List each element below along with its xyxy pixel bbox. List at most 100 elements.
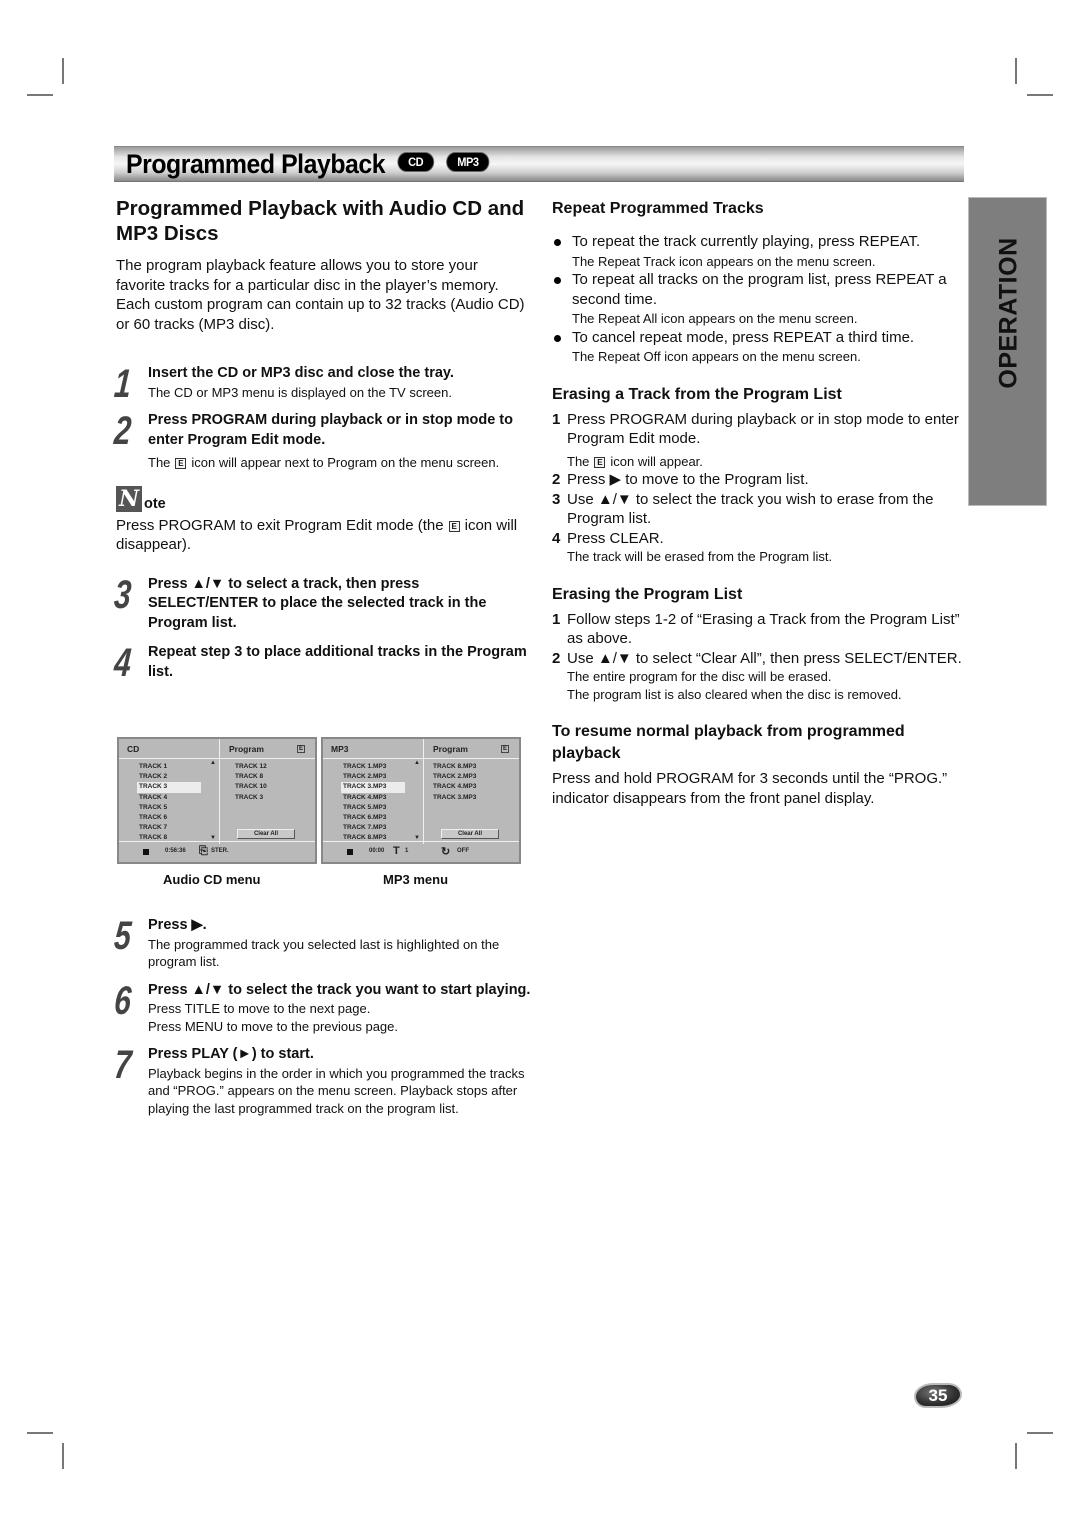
item-number: 4 — [552, 529, 561, 547]
crop-mark — [1027, 1432, 1053, 1434]
step-5: 5 Press ▶. The programmed track you sele… — [113, 914, 531, 971]
program-item[interactable]: TRACK 2.MP3 — [433, 772, 476, 782]
program-item[interactable]: TRACK 4.MP3 — [433, 782, 476, 792]
edit-e-icon: E — [594, 456, 606, 468]
track-item[interactable]: TRACK 6.MP3 — [341, 813, 405, 823]
program-label: Program — [433, 744, 468, 754]
stop-icon — [347, 849, 353, 855]
step-number: 6 — [112, 978, 132, 1023]
clear-all-button[interactable]: Clear All — [237, 829, 295, 839]
item-text: Press CLEAR. — [567, 529, 664, 547]
numbered-item: 3 Use ▲/▼ to select the track you wish t… — [552, 490, 962, 529]
track-list: TRACK 1.MP3 TRACK 2.MP3 TRACK 3.MP3 TRAC… — [341, 762, 405, 844]
menu-caption: MP3 menu — [383, 872, 449, 887]
left-column: Programmed Playback with Audio CD and MP… — [112, 196, 531, 685]
track-item[interactable]: TRACK 7 — [137, 823, 201, 833]
menu-header: MP3 Program E — [323, 739, 519, 759]
track-list: TRACK 1 TRACK 2 TRACK 3 TRACK 4 TRACK 5 … — [137, 762, 201, 844]
step-7: 7 Press PLAY (►) to start. Playback begi… — [112, 1043, 531, 1117]
item-text: Use ▲/▼ to select “Clear All”, then pres… — [567, 649, 962, 667]
item-number: 1 — [552, 610, 561, 628]
step-body: The Eicon will appear next to Program on … — [148, 454, 531, 472]
step-heading: Repeat step 3 to place additional tracks… — [148, 644, 527, 680]
title-icon: T — [393, 845, 400, 857]
track-item[interactable]: TRACK 1.MP3 — [341, 762, 405, 772]
divider — [219, 739, 220, 844]
track-item[interactable]: TRACK 2 — [137, 772, 201, 782]
track-item-selected[interactable]: TRACK 3 — [137, 782, 201, 793]
scroll-up-icon: ▲ — [414, 760, 420, 766]
bullet-subtext: The Repeat Track icon appears on the men… — [572, 253, 876, 269]
item-text: Press PROGRAM during playback or in stop… — [567, 410, 959, 448]
step-body: Press MENU to move to the previous page. — [148, 1018, 399, 1034]
item-subtext: The Eicon will appear. — [567, 453, 962, 471]
page-title: Programmed Playback CD MP3 — [126, 149, 490, 180]
crop-mark — [1015, 1443, 1017, 1469]
menu-header: CD Program E — [119, 739, 315, 759]
cd-badge: CD — [397, 152, 435, 173]
bullet-subtext: The Repeat All icon appears on the menu … — [572, 311, 858, 326]
program-item[interactable]: TRACK 3 — [235, 793, 267, 803]
numbered-item: 1 Press PROGRAM during playback or in st… — [552, 410, 962, 471]
track-item[interactable]: TRACK 4 — [137, 793, 201, 803]
crop-mark — [1015, 58, 1017, 84]
title-number: 1 — [405, 848, 409, 854]
track-item[interactable]: TRACK 5.MP3 — [341, 803, 405, 813]
track-item-selected[interactable]: TRACK 3.MP3 — [341, 782, 405, 793]
track-item[interactable]: TRACK 5 — [137, 803, 201, 813]
crop-mark — [27, 94, 53, 96]
note-n-icon: N — [116, 485, 142, 512]
crop-mark — [27, 1432, 53, 1434]
text: icon will appear. — [610, 453, 703, 469]
step-2: 2 Press PROGRAM during playback or in st… — [113, 409, 531, 472]
program-list: TRACK 8.MP3 TRACK 2.MP3 TRACK 4.MP3 TRAC… — [433, 762, 476, 803]
menu-caption: Audio CD menu — [163, 872, 261, 887]
resume-heading: To resume normal playback from programme… — [552, 723, 905, 762]
program-item[interactable]: TRACK 8 — [235, 772, 267, 782]
item-text: Use ▲/▼ to select the track you wish to … — [567, 490, 934, 528]
track-item[interactable]: TRACK 7.MP3 — [341, 823, 405, 833]
repeat-heading: Repeat Programmed Tracks — [552, 200, 764, 217]
time-readout: 0:56:36 — [165, 848, 186, 854]
step-heading: Press ▲/▼ to select a track, then press … — [148, 575, 487, 631]
item-subtext: The program list is also cleared when th… — [567, 686, 902, 702]
item-number: 2 — [552, 649, 561, 667]
track-item[interactable]: TRACK 4.MP3 — [341, 793, 405, 803]
step-number: 7 — [112, 1043, 132, 1087]
bullet-text: To repeat all tracks on the program list… — [572, 271, 947, 308]
item-number: 1 — [552, 410, 561, 428]
numbered-item: 2 Press ▶ to move to the Program list. — [552, 470, 962, 490]
program-item[interactable]: TRACK 12 — [235, 762, 267, 772]
step-body: Press TITLE to move to the next page. — [148, 1001, 371, 1016]
track-item[interactable]: TRACK 1 — [137, 762, 201, 772]
track-item[interactable]: TRACK 6 — [137, 813, 201, 823]
menu-footer: 0:56:36 ⎘ STER. — [119, 841, 315, 862]
step-number: 3 — [112, 572, 132, 617]
item-text: Follow steps 1-2 of “Erasing a Track fro… — [567, 610, 960, 648]
audio-cd-menu: CD Program E ▲ ▼ TRACK 1 TRACK 2 TRACK 3… — [117, 737, 317, 864]
menu-footer: 00:00 T 1 ↻ OFF — [323, 841, 519, 862]
erase-list-heading: Erasing the Program List — [552, 585, 743, 603]
bullet-text: To cancel repeat mode, press REPEAT a th… — [572, 328, 915, 346]
step-4: 4 Repeat step 3 to place additional trac… — [113, 641, 531, 685]
program-list: TRACK 12 TRACK 8 TRACK 10 TRACK 3 — [235, 762, 267, 803]
program-item[interactable]: TRACK 3.MP3 — [433, 793, 476, 803]
note-header: N ote — [116, 485, 531, 512]
tab-inner: OPERATION — [969, 158, 1048, 467]
step-heading: Insert the CD or MP3 disc and close the … — [148, 365, 454, 381]
left-column-lower: 5 Press ▶. The programmed track you sele… — [112, 914, 531, 1117]
clear-all-button[interactable]: Clear All — [441, 829, 499, 839]
audio-channel-icon: ⎘ — [199, 845, 208, 857]
program-item[interactable]: TRACK 8.MP3 — [433, 762, 476, 772]
item-subtext: The track will be erased from the Progra… — [567, 549, 833, 564]
step-heading: Press ▲/▼ to select the track you want t… — [148, 981, 531, 998]
numbered-item: 1 Follow steps 1-2 of “Erasing a Track f… — [552, 610, 962, 649]
program-item[interactable]: TRACK 10 — [235, 782, 267, 792]
text: icon will appear next to Program on the … — [191, 455, 500, 470]
step-1: 1 Insert the CD or MP3 disc and close th… — [113, 362, 531, 406]
numbered-item: 4 Press CLEAR. The track will be erased … — [552, 529, 962, 566]
bullet-subtext: The Repeat Off icon appears on the menu … — [572, 349, 861, 364]
divider — [423, 739, 424, 844]
crop-mark — [1027, 94, 1053, 96]
track-item[interactable]: TRACK 2.MP3 — [341, 772, 405, 782]
